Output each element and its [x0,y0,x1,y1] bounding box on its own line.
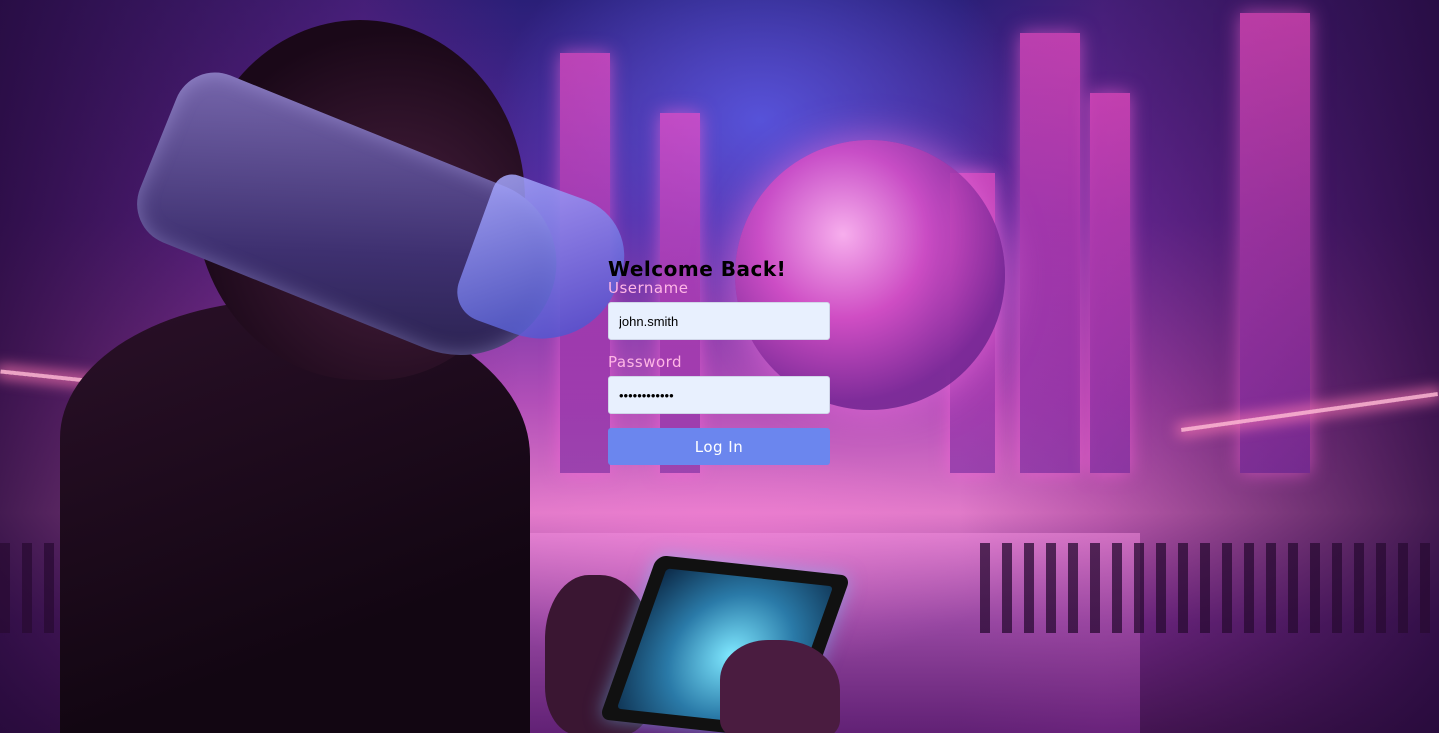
crowd [980,543,1439,633]
username-input[interactable] [608,302,830,340]
neon-tower [1020,33,1080,473]
login-form: Welcome Back! Username Password Log In [608,254,830,465]
login-button[interactable]: Log In [608,428,830,465]
neon-tower [1240,13,1310,473]
password-input[interactable] [608,376,830,414]
neon-tower [1090,93,1130,473]
hand [720,640,840,733]
password-label: Password [608,353,683,371]
login-page: Welcome Back! Username Password Log In [0,0,1439,733]
